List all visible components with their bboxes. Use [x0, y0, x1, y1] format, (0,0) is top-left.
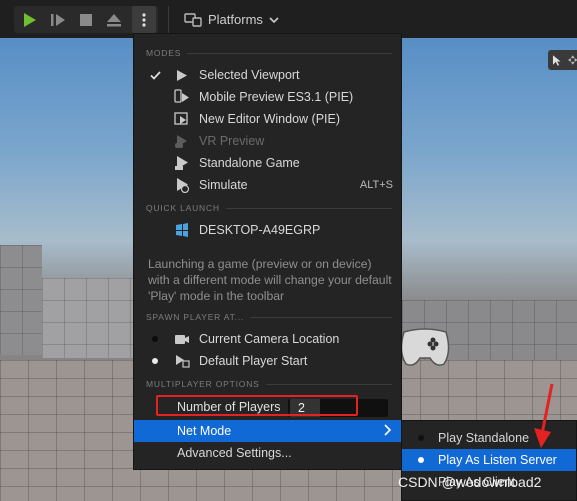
menu-item-label: Net Mode — [177, 424, 232, 438]
scene-wall-left — [0, 245, 42, 355]
menu-item-label: Simulate — [199, 178, 248, 192]
menu-item-label: Standalone Game — [199, 156, 300, 170]
platforms-button[interactable]: Platforms — [184, 6, 279, 33]
menu-item-label: Advanced Settings... — [177, 446, 292, 460]
menu-item-label: New Editor Window (PIE) — [199, 112, 341, 126]
annotation-arrow-icon — [534, 383, 554, 448]
toolbar-divider — [168, 6, 169, 33]
radio-selected-icon — [148, 350, 162, 372]
standalone-icon — [174, 155, 190, 171]
section-quick-launch-label: QUICK LAUNCH — [146, 203, 220, 213]
platforms-label: Platforms — [208, 12, 263, 27]
chevron-right-icon — [384, 424, 391, 436]
menu-item-net-mode[interactable]: Net Mode — [134, 420, 401, 442]
cursor-icon — [552, 54, 561, 66]
menu-item-default-player-start[interactable]: Default Player Start — [134, 350, 401, 372]
radio-unselected-icon — [148, 328, 162, 350]
play-mode-description: Launching a game (preview or on device) … — [148, 257, 392, 303]
mobile-preview-icon — [174, 89, 190, 105]
menu-item-new-editor-window[interactable]: New Editor Window (PIE) — [134, 108, 401, 130]
section-quick-launch: QUICK LAUNCH — [146, 201, 392, 215]
radio-selected-icon — [418, 457, 424, 463]
menu-item-label: Default Player Start — [199, 354, 308, 368]
shortcut-text: ALT+S — [359, 179, 393, 191]
play-button[interactable] — [18, 6, 42, 33]
menu-item-label: Current Camera Location — [199, 332, 340, 346]
chevron-down-icon — [269, 16, 279, 23]
section-multiplayer-label: MULTIPLAYER OPTIONS — [146, 379, 260, 389]
section-divider — [225, 207, 392, 209]
player-start-icon — [174, 353, 190, 369]
section-divider — [187, 52, 392, 54]
step-icon — [51, 13, 65, 26]
section-modes: MODES — [146, 46, 392, 60]
menu-item-mobile-preview[interactable]: Mobile Preview ES3.1 (PIE) — [134, 86, 401, 108]
desktop-device-icon — [174, 222, 190, 238]
section-modes-label: MODES — [146, 48, 182, 58]
eject-button[interactable] — [102, 6, 126, 33]
play-options-menu: MODES Selected Viewport Mobile Preview E… — [133, 33, 402, 470]
section-divider — [265, 383, 392, 385]
menu-item-standalone-game[interactable]: Standalone Game — [134, 152, 401, 174]
vr-preview-icon — [174, 133, 190, 149]
play-controls — [14, 6, 158, 33]
check-icon — [148, 64, 162, 86]
menu-item-selected-viewport[interactable]: Selected Viewport — [134, 64, 401, 86]
submenu-item-label: Play Standalone — [438, 431, 530, 445]
more-options-button[interactable] — [132, 6, 156, 33]
platforms-icon — [184, 12, 202, 27]
play-icon — [24, 12, 36, 27]
menu-item-label: VR Preview — [199, 134, 265, 148]
scene-wall-center — [42, 278, 142, 358]
viewport-play-icon — [174, 67, 190, 83]
step-button[interactable] — [46, 6, 70, 33]
stop-button[interactable] — [74, 6, 98, 33]
stop-icon — [80, 13, 92, 26]
section-spawn-player: SPAWN PLAYER AT... — [146, 310, 392, 324]
watermark-text: CSDN @wodownload2 — [398, 474, 542, 490]
camera-icon — [174, 331, 190, 347]
radio-unselected-icon — [418, 435, 424, 441]
simulate-icon — [174, 177, 190, 193]
menu-item-label: DESKTOP-A49EGRP — [199, 223, 321, 237]
viewport-select-mode-button[interactable] — [548, 50, 577, 70]
menu-item-label: Mobile Preview ES3.1 (PIE) — [199, 90, 354, 104]
editor-window-icon — [174, 111, 190, 127]
menu-item-desktop-device[interactable]: DESKTOP-A49EGRP — [134, 219, 401, 241]
menu-item-vr-preview[interactable]: VR Preview — [134, 130, 401, 152]
gamepad-icon — [400, 328, 450, 366]
section-spawn-label: SPAWN PLAYER AT... — [146, 312, 245, 322]
submenu-item-label: Play As Listen Server — [438, 453, 557, 467]
menu-item-simulate[interactable]: Simulate ALT+S — [134, 174, 401, 196]
section-divider — [250, 316, 392, 318]
annotation-highlight-box — [156, 395, 358, 416]
submenu-item-play-as-listen-server[interactable]: Play As Listen Server — [402, 449, 576, 471]
menu-item-current-camera-location[interactable]: Current Camera Location — [134, 328, 401, 350]
menu-item-label: Selected Viewport — [199, 68, 300, 82]
eject-icon — [107, 13, 121, 26]
menu-item-advanced-settings[interactable]: Advanced Settings... — [134, 442, 401, 464]
move-icon — [567, 55, 577, 65]
more-options-icon — [142, 12, 146, 27]
section-multiplayer: MULTIPLAYER OPTIONS — [146, 377, 392, 391]
